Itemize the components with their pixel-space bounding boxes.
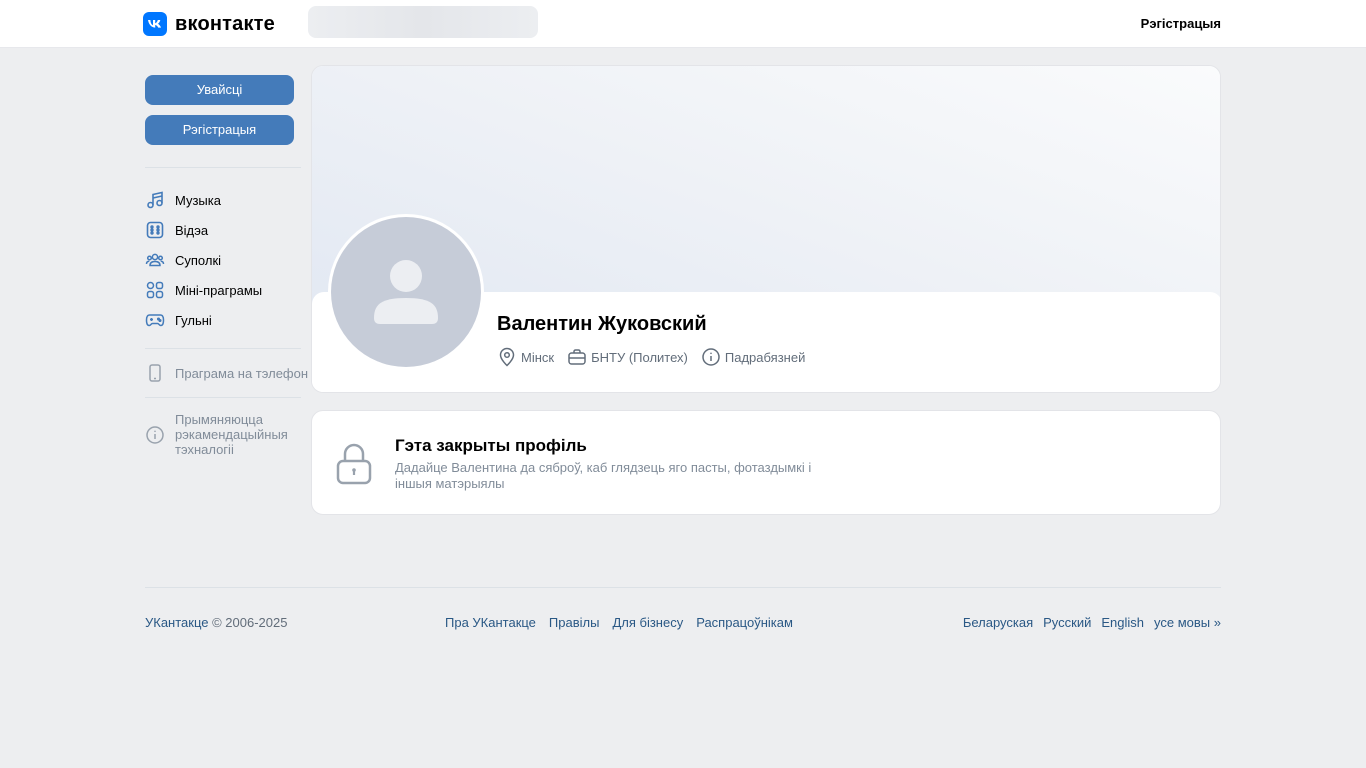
search-placeholder[interactable] — [308, 6, 538, 38]
sidebar-item-recommendations[interactable]: Прымяняюцца рэкамендацыйныя тэхналогіі — [145, 412, 301, 457]
vk-logo[interactable]: вконтакте — [143, 12, 275, 36]
footer-brand-link[interactable]: УКантакце — [145, 615, 209, 630]
footer-link-about[interactable]: Пра УКантакце — [445, 615, 536, 630]
top-header: вконтакте Рэгістрацыя — [0, 0, 1366, 48]
phone-icon — [145, 363, 165, 383]
sidebar-item-label: Суполкі — [175, 252, 222, 268]
sidebar-item-phone-app[interactable]: Праграма на тэлефон — [145, 349, 308, 397]
login-button[interactable]: Увайсці — [145, 75, 294, 105]
video-icon — [145, 220, 165, 240]
briefcase-icon — [567, 347, 587, 367]
copyright-text: © 2006-2025 — [208, 615, 288, 630]
vk-logo-icon — [143, 12, 167, 36]
language-russian[interactable]: Русский — [1043, 615, 1091, 630]
lock-icon — [334, 441, 374, 488]
sidebar-item-label: Праграма на тэлефон — [175, 365, 309, 381]
sidebar-item-groups[interactable]: Суполкі — [145, 245, 301, 275]
avatar-placeholder — [331, 217, 481, 367]
details-label: Падрабязней — [724, 349, 806, 365]
closed-profile-notice: Гэта закрыты профіль Дадайце Валентина д… — [311, 410, 1221, 515]
sidebar-item-label: Музыка — [175, 192, 221, 208]
language-english[interactable]: English — [1101, 615, 1144, 630]
groups-icon — [145, 250, 165, 270]
profile-city: Мінск — [497, 347, 554, 367]
info-icon — [701, 347, 721, 367]
footer-link-developers[interactable]: Распрацоўнікам — [696, 615, 793, 630]
gamepad-icon — [145, 310, 165, 330]
sidebar-item-games[interactable]: Гульні — [145, 305, 301, 335]
language-all[interactable]: усе мовы » — [1154, 615, 1221, 630]
sidebar-menu: Музыка Відэа Суполкі Міні-праграмы Гульн… — [145, 185, 301, 335]
sidebar-item-label: Міні-праграмы — [175, 282, 263, 298]
info-icon — [145, 425, 165, 445]
music-icon — [145, 190, 165, 210]
closed-profile-title: Гэта закрыты профіль — [395, 436, 587, 455]
profile-meta: Мінск БНТУ (Политех) Падрабязней — [497, 347, 818, 367]
footer-links: Пра УКантакце Правілы Для бізнесу Распра… — [445, 615, 806, 630]
avatar[interactable] — [328, 214, 484, 370]
profile-details-link[interactable]: Падрабязней — [701, 347, 805, 367]
city-label: Мінск — [521, 349, 555, 365]
profile-name: Валентин Жуковский — [497, 313, 707, 335]
header-register-link[interactable]: Рэгістрацыя — [1141, 16, 1221, 31]
sidebar-divider — [145, 397, 301, 398]
sidebar-divider — [145, 167, 301, 168]
sidebar-item-label: Гульні — [175, 312, 212, 328]
footer-languages: Беларуская Русский English усе мовы » — [953, 615, 1221, 630]
sidebar-item-video[interactable]: Відэа — [145, 215, 301, 245]
footer-divider — [145, 587, 1221, 588]
register-button[interactable]: Рэгістрацыя — [145, 115, 294, 145]
sidebar-item-mini-apps[interactable]: Міні-праграмы — [145, 275, 301, 305]
location-pin-icon — [497, 347, 517, 367]
left-sidebar: Увайсці Рэгістрацыя Музыка Відэа Суполкі — [145, 75, 308, 457]
logo-text: вконтакте — [175, 13, 275, 35]
apps-icon — [145, 280, 165, 300]
sidebar-item-label: Відэа — [175, 222, 209, 238]
user-silhouette-icon — [374, 260, 438, 324]
university-label: БНТУ (Политех) — [591, 349, 688, 365]
sidebar-item-label: Прымяняюцца рэкамендацыйныя тэхналогіі — [175, 412, 288, 457]
sidebar-item-music[interactable]: Музыка — [145, 185, 301, 215]
footer-link-business[interactable]: Для бізнесу — [612, 615, 683, 630]
profile-university: БНТУ (Политех) — [567, 347, 688, 367]
closed-profile-description: Дадайце Валентина да сяброў, каб глядзец… — [395, 460, 812, 491]
footer-link-rules[interactable]: Правілы — [549, 615, 600, 630]
footer-copyright: УКантакце © 2006-2025 — [145, 615, 287, 630]
profile-card: Валентин Жуковский Мінск БНТУ (Политех) … — [311, 65, 1221, 393]
language-belarusian[interactable]: Беларуская — [963, 615, 1033, 630]
